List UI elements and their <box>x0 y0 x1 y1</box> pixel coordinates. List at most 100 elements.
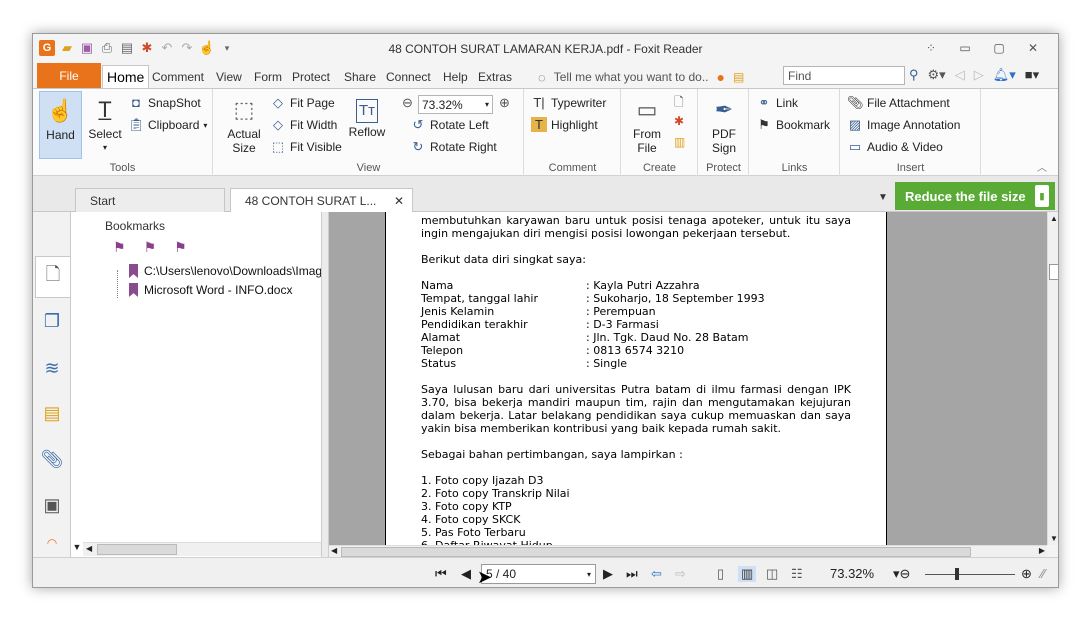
panel-splitter[interactable] <box>321 212 329 557</box>
settings-icon[interactable]: ⚙▾ <box>928 67 946 83</box>
attachments-panel-icon[interactable]: 📎︎ <box>41 448 64 470</box>
save-icon[interactable]: ▣ <box>79 40 95 56</box>
resize-grip-icon[interactable]: ⁄⁄ <box>1041 566 1045 581</box>
scroll-right-icon[interactable]: ▶ <box>1039 546 1045 555</box>
fit-visible-button[interactable]: ⬚ Fit Visible <box>270 139 342 155</box>
from-file-button[interactable]: ▭ From File <box>626 95 668 156</box>
close-button[interactable]: ✕ <box>1016 38 1050 58</box>
ribbon-options-icon[interactable]: ⁘ <box>914 38 948 58</box>
zoom-in-icon[interactable]: ⊕ <box>499 95 510 111</box>
collapse-ribbon-icon[interactable]: ︿ <box>1037 159 1047 174</box>
maximize-button[interactable]: ▢ <box>982 38 1016 58</box>
reduce-file-size-button[interactable]: Reduce the file size ▮ <box>895 182 1055 210</box>
last-page-icon[interactable]: ⏭ <box>626 566 638 582</box>
fit-page-button[interactable]: ◇ Fit Page <box>270 95 335 111</box>
zoom-slider-thumb[interactable] <box>955 568 959 580</box>
tab-connect[interactable]: Connect <box>386 66 431 88</box>
zoom-out-status-icon[interactable]: ▾⊖ <box>893 566 910 582</box>
goto-bookmark-icon[interactable]: ⚑ <box>174 239 187 256</box>
bookmark-button[interactable]: ⚑ Bookmark <box>756 117 830 133</box>
blank-page-icon[interactable]: 🗋︎ <box>674 93 684 114</box>
next-page-icon[interactable]: ▶ <box>603 566 613 582</box>
new-pdf-icon[interactable]: ✱ <box>674 114 684 128</box>
tab-help[interactable]: Help <box>443 66 468 88</box>
zoom-out-icon[interactable]: ⊖ <box>402 95 413 111</box>
user-icon[interactable]: ■▾ <box>1025 67 1039 83</box>
audio-video-button[interactable]: ▭ Audio & Video <box>847 139 943 155</box>
select-button[interactable]: T̲ Select ▾ <box>85 95 125 155</box>
pages-panel-icon[interactable]: ❐ <box>41 310 63 332</box>
scroll-down-icon[interactable]: ▼ <box>1050 534 1058 543</box>
print-icon[interactable]: ⎙ <box>99 40 115 56</box>
scan-icon[interactable]: ▥ <box>674 135 685 149</box>
find-search-icon[interactable]: ⚲ <box>909 67 919 83</box>
search-doc-icon[interactable]: ▤ <box>733 70 744 84</box>
single-page-icon[interactable]: ▯ <box>717 566 724 582</box>
notification-icon[interactable]: 🔔︎▾ <box>993 67 1016 83</box>
continuous-page-icon[interactable]: ▥ <box>738 566 757 582</box>
find-input[interactable]: Find <box>783 66 905 85</box>
new-icon[interactable]: ✱ <box>139 40 155 56</box>
zoom-in-status-icon[interactable]: ⊕ <box>1021 566 1032 582</box>
open-icon[interactable]: ▰ <box>59 40 75 56</box>
horizontal-scrollbar[interactable]: ◀ ▶ <box>329 545 1047 557</box>
signature-panel-icon[interactable]: ▣ <box>41 494 63 516</box>
tab-file[interactable]: File <box>37 63 101 88</box>
close-tab-icon[interactable]: ✕ <box>394 194 404 208</box>
bookmarks-horizontal-scrollbar[interactable]: ◀ ▶ <box>83 542 359 556</box>
scroll-up-icon[interactable]: ▲ <box>1050 214 1058 223</box>
vertical-scroll-thumb[interactable] <box>1049 264 1058 280</box>
clipboard-button[interactable]: 📋︎ Clipboard ▾ <box>128 117 207 133</box>
reflow-button[interactable]: Tт Reflow <box>346 99 388 139</box>
document-viewport[interactable]: membutuhkan karyawan baru untuk posisi t… <box>329 212 1047 545</box>
hand-tool-qat-icon[interactable]: ☝ <box>199 40 215 56</box>
hand-button[interactable]: ☝ Hand <box>39 91 82 159</box>
tab-protect[interactable]: Protect <box>292 66 330 88</box>
actual-size-button[interactable]: ⬚ Actual Size <box>224 95 264 156</box>
pdf-sign-button[interactable]: ✒ PDF Sign <box>703 95 745 156</box>
delete-bookmark-icon[interactable]: ⚑ <box>113 239 126 256</box>
redo-icon[interactable]: ↷ <box>179 40 195 56</box>
scroll-thumb[interactable] <box>97 544 177 555</box>
comments-panel-icon[interactable]: ▤ <box>41 402 63 424</box>
tab-start[interactable]: Start <box>75 188 225 212</box>
bookmarks-panel-icon[interactable]: 🗋︎ <box>35 256 70 298</box>
rotate-left-button[interactable]: ↺ Rotate Left <box>410 117 489 133</box>
zoom-slider[interactable] <box>925 568 1015 580</box>
bookmark-item[interactable]: C:\Users\lenovo\Downloads\ImageAss <box>129 264 349 278</box>
panel-scroll-down-icon[interactable]: ▼ <box>71 542 83 556</box>
tell-me-box[interactable]: ◌ Tell me what you want to do.. ● ▤ <box>538 69 744 85</box>
tab-document[interactable]: 48 CONTOH SURAT L... ✕ <box>230 188 413 212</box>
tab-view[interactable]: View <box>216 66 242 88</box>
previous-view-icon[interactable]: ⇦ <box>651 566 662 582</box>
previous-icon[interactable]: ◁ <box>955 67 965 83</box>
foxit-account-icon[interactable]: ● <box>716 69 724 85</box>
highlight-button[interactable]: T Highlight <box>531 117 598 132</box>
minimize-button[interactable]: ▭ <box>948 38 982 58</box>
image-annotation-button[interactable]: ▨ Image Annotation <box>847 117 961 133</box>
next-icon[interactable]: ▷ <box>974 67 984 83</box>
tab-extras[interactable]: Extras <box>478 66 512 88</box>
zoom-select[interactable]: 73.32% ▾ <box>418 95 493 114</box>
properties-icon[interactable]: ▤ <box>119 40 135 56</box>
next-view-icon[interactable]: ⇨ <box>675 566 686 582</box>
customize-qat-icon[interactable]: ▾ <box>219 40 235 56</box>
more-panels-icon[interactable]: ◠ <box>41 532 63 554</box>
first-page-icon[interactable]: ⏮ <box>435 566 447 582</box>
horizontal-scroll-thumb[interactable] <box>341 547 971 557</box>
previous-page-icon[interactable]: ◀ <box>461 566 471 582</box>
page-number-input[interactable]: 5 / 40 ▾ <box>481 564 596 584</box>
add-bookmark-icon[interactable]: ⚑ <box>144 239 157 256</box>
scroll-left-icon[interactable]: ◀ <box>86 544 92 553</box>
tab-form[interactable]: Form <box>254 66 282 88</box>
continuous-facing-icon[interactable]: ☷ <box>791 566 803 582</box>
layers-panel-icon[interactable]: ≋ <box>41 357 63 379</box>
tab-home[interactable]: Home <box>102 65 150 88</box>
undo-icon[interactable]: ↶ <box>159 40 175 56</box>
typewriter-button[interactable]: T| Typewriter <box>531 95 606 110</box>
bookmark-item[interactable]: Microsoft Word - INFO.docx <box>129 283 292 297</box>
foxit-logo-icon[interactable]: G <box>39 40 55 56</box>
vertical-scrollbar[interactable]: ▲ ▼ <box>1047 212 1058 545</box>
tab-comment[interactable]: Comment <box>152 66 204 88</box>
link-button[interactable]: ⚭ Link <box>756 95 798 111</box>
